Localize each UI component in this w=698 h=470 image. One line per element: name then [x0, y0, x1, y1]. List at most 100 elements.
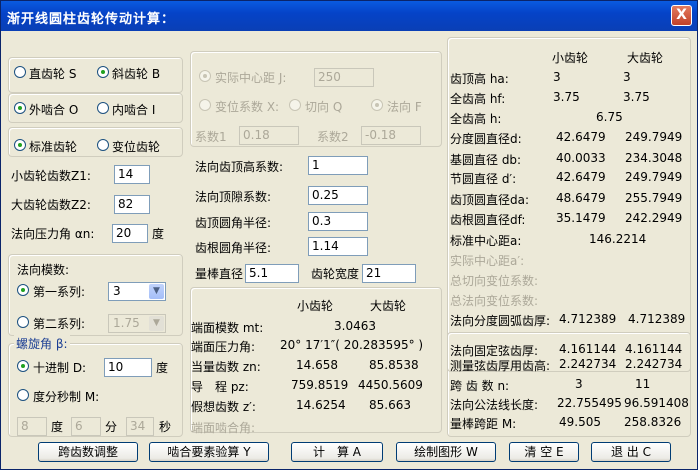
- span-teeth-small: 3: [575, 377, 583, 391]
- operating-pitch-diameter-label: 节圆直径 d′:: [450, 172, 517, 186]
- decimal-unit: 度: [156, 361, 169, 375]
- standard-gear-label[interactable]: 标准齿轮: [29, 138, 77, 155]
- transverse-pressure-angle-value: 20° 17′1″( 20.283595° ): [280, 338, 424, 352]
- span-teeth-label: 跨 齿 数 n:: [450, 379, 510, 393]
- over-pins-large: 258.8326: [624, 415, 682, 429]
- face-width-input[interactable]: 21: [362, 264, 416, 283]
- series2-radio[interactable]: [17, 316, 29, 328]
- arc-thickness-large: 4.712389: [628, 312, 686, 326]
- coef1-input: 0.18: [239, 126, 299, 145]
- addendum-small: 3: [553, 70, 561, 84]
- minute-input: 6: [71, 417, 101, 436]
- tip-diameter-small: 48.6479: [556, 191, 606, 205]
- helical-gear-radio[interactable]: [97, 66, 109, 78]
- tip-diameter-large: 255.7949: [625, 191, 683, 205]
- transverse-module-value: 3.0463: [334, 319, 376, 333]
- straight-gear-radio[interactable]: [14, 66, 26, 78]
- degree-unit: 度: [51, 420, 64, 434]
- lead-large: 4450.5609: [358, 378, 423, 392]
- series1-label[interactable]: 第一系列:: [33, 283, 85, 300]
- helical-gear-label[interactable]: 斜齿轮 B: [112, 65, 160, 82]
- internal-mesh-radio[interactable]: [97, 102, 109, 114]
- standard-center-distance-label: 标准中心距a:: [450, 234, 522, 248]
- clearance-coef-label: 法向顶隙系数:: [195, 190, 272, 204]
- tip-radius-label: 齿顶圆角半径:: [195, 216, 272, 230]
- series1-select[interactable]: 3 ▼: [108, 282, 166, 301]
- span-length-label: 法向公法线长度:: [450, 398, 539, 412]
- coef2-label: 系数2: [317, 130, 349, 144]
- window-title: 渐开线圆柱齿轮传动计算：: [7, 12, 176, 27]
- decimal-input[interactable]: 10: [104, 358, 152, 377]
- internal-mesh-label[interactable]: 内啮合 I: [112, 101, 155, 118]
- tangential-label: 切向 Q: [305, 100, 343, 114]
- dms-radio[interactable]: [17, 389, 29, 401]
- series2-label[interactable]: 第二系列:: [33, 315, 85, 332]
- base-diameter-small: 40.0033: [556, 151, 606, 165]
- equivalent-teeth-large: 85.8538: [369, 358, 419, 372]
- pressure-angle-unit: 度: [152, 227, 165, 241]
- exit-button[interactable]: 退 出 C: [591, 442, 671, 462]
- external-mesh-radio[interactable]: [14, 102, 26, 114]
- title-bar: 渐开线圆柱齿轮传动计算： X: [1, 1, 697, 31]
- straight-gear-label[interactable]: 直齿轮 S: [29, 65, 76, 82]
- second-unit: 秒: [159, 420, 172, 434]
- pin-diameter-label: 量棒直径: [195, 267, 244, 281]
- actual-center-distance-label: 实际中心距 J:: [215, 71, 287, 85]
- helix-angle-title: 螺旋角 β:: [14, 335, 70, 352]
- actual-center-distance-radio: [199, 70, 211, 82]
- transverse-mesh-angle-label: 端面啮合角:: [191, 421, 256, 435]
- z2-input[interactable]: 82: [114, 195, 150, 214]
- calculate-button[interactable]: 计 算 A: [291, 442, 383, 462]
- addendum-large: 3: [623, 70, 631, 84]
- shift-coefficient-label: 变位系数 X:: [215, 100, 280, 114]
- root-diameter-small: 35.1479: [556, 211, 606, 225]
- operating-pitch-diameter-large: 249.7949: [625, 170, 683, 184]
- span-length-large: 96.591408: [624, 396, 689, 410]
- root-diameter-large: 242.2949: [625, 211, 683, 225]
- pin-diameter-input[interactable]: 5.1: [245, 264, 299, 283]
- pressure-angle-label: 法向压力角 αn:: [11, 227, 95, 241]
- fixed-chord-large: 4.161144: [625, 342, 683, 356]
- decimal-label[interactable]: 十进制 D:: [33, 359, 86, 376]
- lead-small: 759.8519: [291, 378, 349, 392]
- tangential-radio: [289, 99, 301, 111]
- dedendum-large: 3.75: [623, 90, 650, 104]
- base-diameter-large: 234.3048: [625, 151, 683, 165]
- z1-input[interactable]: 14: [114, 165, 150, 184]
- degree-input: 8: [17, 417, 47, 436]
- minute-unit: 分: [105, 420, 118, 434]
- close-button[interactable]: X: [671, 5, 692, 26]
- pitch-diameter-large: 249.7949: [625, 130, 683, 144]
- span-adjust-button[interactable]: 跨齿数调整: [38, 442, 138, 462]
- main-window: 渐开线圆柱齿轮传动计算： X 直齿轮 S 斜齿轮 B 外啮合 O 内啮合 I 标…: [0, 0, 698, 470]
- dms-label[interactable]: 度分秒制 M:: [33, 388, 99, 405]
- root-radius-input[interactable]: 1.14: [308, 237, 368, 256]
- series1-radio[interactable]: [17, 284, 29, 296]
- addendum-coef-input[interactable]: 1: [308, 156, 368, 175]
- tip-radius-input[interactable]: 0.3: [308, 212, 368, 231]
- external-mesh-label[interactable]: 外啮合 O: [29, 101, 78, 118]
- coef2-input: -0.18: [361, 126, 421, 145]
- mesh-check-button[interactable]: 啮合要素验算 Y: [149, 442, 269, 462]
- second-input: 34: [126, 417, 154, 436]
- chordal-height-small: 2.242734: [559, 357, 617, 371]
- pressure-angle-input[interactable]: 20: [112, 224, 148, 243]
- clearance-coef-input[interactable]: 0.25: [308, 186, 368, 205]
- standard-gear-radio[interactable]: [14, 139, 26, 151]
- chevron-down-icon[interactable]: ▼: [149, 284, 164, 299]
- actual-center-distance-input: 250: [314, 68, 374, 87]
- modified-gear-label[interactable]: 变位齿轮: [112, 138, 160, 155]
- decimal-radio[interactable]: [17, 360, 29, 372]
- transverse-pressure-angle-label: 端面压力角:: [191, 340, 256, 354]
- over-pins-small: 49.505: [559, 415, 601, 429]
- modified-gear-radio[interactable]: [97, 139, 109, 151]
- root-radius-label: 齿根圆角半径:: [195, 241, 272, 255]
- transverse-module-label: 端面模数 mt:: [191, 321, 264, 335]
- addendum-coef-label: 法向齿顶高系数:: [195, 160, 284, 174]
- virtual-teeth-small: 14.6254: [296, 398, 346, 412]
- draw-button[interactable]: 绘制图形 W: [396, 442, 496, 462]
- clear-button[interactable]: 清 空 E: [509, 442, 579, 462]
- virtual-teeth-label: 假想齿数 z′:: [191, 400, 256, 414]
- z2-label: 大齿轮齿数Z2:: [11, 198, 91, 212]
- shift-coefficient-radio: [199, 99, 211, 111]
